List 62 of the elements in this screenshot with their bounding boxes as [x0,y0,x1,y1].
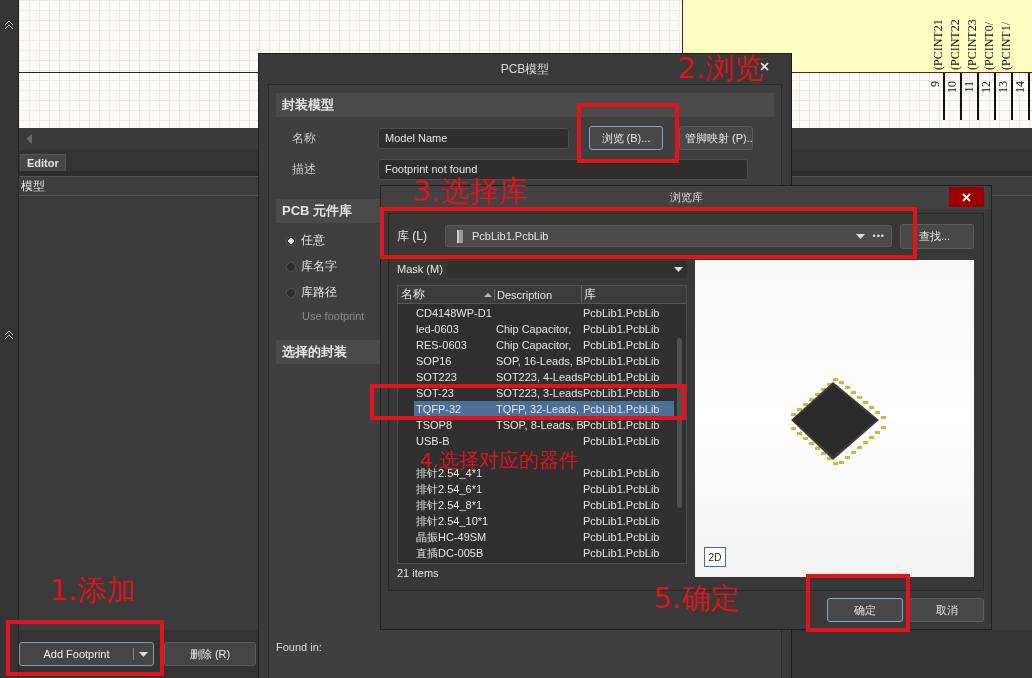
table-cell: SOP, 16-Leads, B [496,355,584,367]
table-cell: 直插DC-005B [416,546,484,559]
table-cell: PcbLib1.PcbLib [583,355,660,367]
table-cell: 排针2.54_10*1 [416,514,489,527]
dialog-title: PCB模型 [500,60,550,78]
table-cell: PcbLib1.PcbLib [583,515,660,527]
table-cell: TSOP8 [416,419,453,431]
annotation-label: 2.浏览 [678,52,764,84]
table-cell: TSOP, 8-Leads, B [496,419,584,431]
table-cell: Chip Capacitor, [496,323,572,335]
table-cell: PcbLib1.PcbLib [583,339,660,351]
section-header: PCB 元件库 [276,199,380,223]
table-cell: PcbLib1.PcbLib [583,403,660,415]
table-cell: PcbLib1.PcbLib [583,307,660,319]
table-cell: PcbLib1.PcbLib [583,499,660,511]
table-cell: PcbLib1.PcbLib [583,371,660,383]
field-label: 库 (L) [397,227,428,245]
table-cell: led-0603 [416,323,459,335]
table-cell: USB-B [416,435,450,447]
table-cell: PcbLib1.PcbLib [583,531,660,543]
table-cell: PcbLib1.PcbLib [583,547,660,559]
pin-number: 11 [964,81,975,93]
table-cell: PcbLib1.PcbLib [583,483,660,495]
section-header: 封装模型 [276,93,774,117]
dialog-title: 浏览库 [669,190,703,205]
section-header: 选择的封装 [276,340,380,364]
pin-number: 9 [930,81,941,87]
table-cell: SOT223, 3-Leads [496,387,583,399]
pin-label: (PCINT1/ [999,21,1012,70]
table-cell: CD4148WP-D1 [416,307,492,319]
pin-number: 12 [981,81,992,93]
annotation-label: 3.选择库 [413,177,528,205]
found-in-label: Found in: [276,641,323,653]
pin-label: (PCINT22 [948,18,961,70]
table-cell: PcbLib1.PcbLib [583,467,660,479]
table-cell: SOT-23 [416,387,454,399]
table-cell: SOT223, 4-Leads [496,371,583,383]
table-cell: PcbLib1.PcbLib [583,435,660,447]
pin-number: 13 [998,81,1009,93]
annotation-label: 5.确定 [654,582,740,614]
table-cell: 排针2.54_6*1 [416,482,483,495]
table-cell: TQFP-32 [416,403,462,415]
table-cell: RES-0603 [416,339,467,351]
field-label: 描述 [291,160,317,178]
table-cell: 排针2.54_8*1 [416,498,483,511]
field-label: 名称 [291,129,317,147]
pin-number: 10 [947,81,958,93]
table-cell: SOP16 [416,355,452,367]
pin-label: (PCINT23 [965,18,978,70]
pin-number: 14 [1015,81,1026,93]
pin-label: (PCINT21 [931,18,944,70]
annotation-label: 1.添加 [50,574,136,606]
table-cell: SOT223 [416,371,457,383]
table-cell: PcbLib1.PcbLib [583,419,660,431]
table-cell: PcbLib1.PcbLib [583,387,660,399]
item-count: 21 items [397,567,440,579]
table-cell: Chip Capacitor, [496,339,572,351]
pin-label: (PCINT0/ [982,21,995,70]
table-cell: PcbLib1.PcbLib [583,323,660,335]
table-cell: 晶振HC-49SM [416,530,487,543]
table-cell: TQFP, 32-Leads, [496,403,579,415]
field-label: Mask (M) [397,263,444,275]
